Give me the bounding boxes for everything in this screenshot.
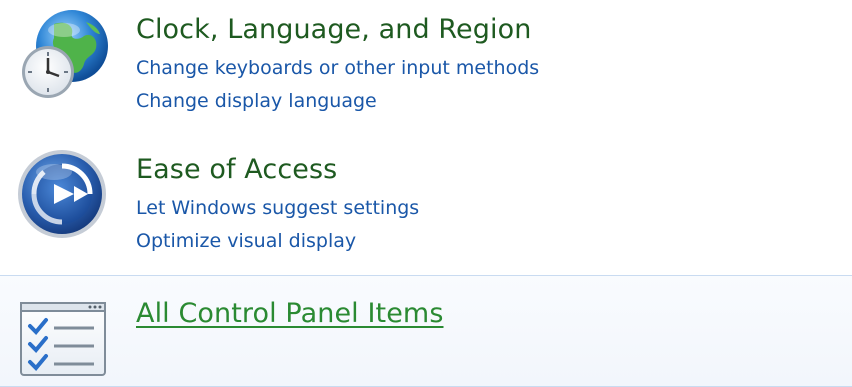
category-ease-of-access: Ease of Access Let Windows suggest setti… [0, 140, 852, 260]
category-all-control-panel-items[interactable]: All Control Panel Items [0, 275, 852, 387]
category-title[interactable]: Clock, Language, and Region [136, 13, 531, 47]
category-title[interactable]: Ease of Access [136, 153, 337, 187]
clock-globe-icon[interactable] [14, 6, 110, 102]
task-link-change-display-language[interactable]: Change display language [136, 88, 377, 114]
task-link-optimize-visual-display[interactable]: Optimize visual display [136, 228, 356, 254]
checklist-icon[interactable] [18, 300, 110, 378]
ease-of-access-icon[interactable] [14, 146, 110, 242]
category-clock-language-region: Clock, Language, and Region Change keybo… [0, 0, 852, 125]
category-title-link[interactable]: All Control Panel Items [136, 297, 444, 331]
control-panel-category-list: Clock, Language, and Region Change keybo… [0, 0, 852, 387]
task-link-change-keyboards[interactable]: Change keyboards or other input methods [136, 55, 539, 81]
task-link-let-windows-suggest-settings[interactable]: Let Windows suggest settings [136, 195, 419, 221]
